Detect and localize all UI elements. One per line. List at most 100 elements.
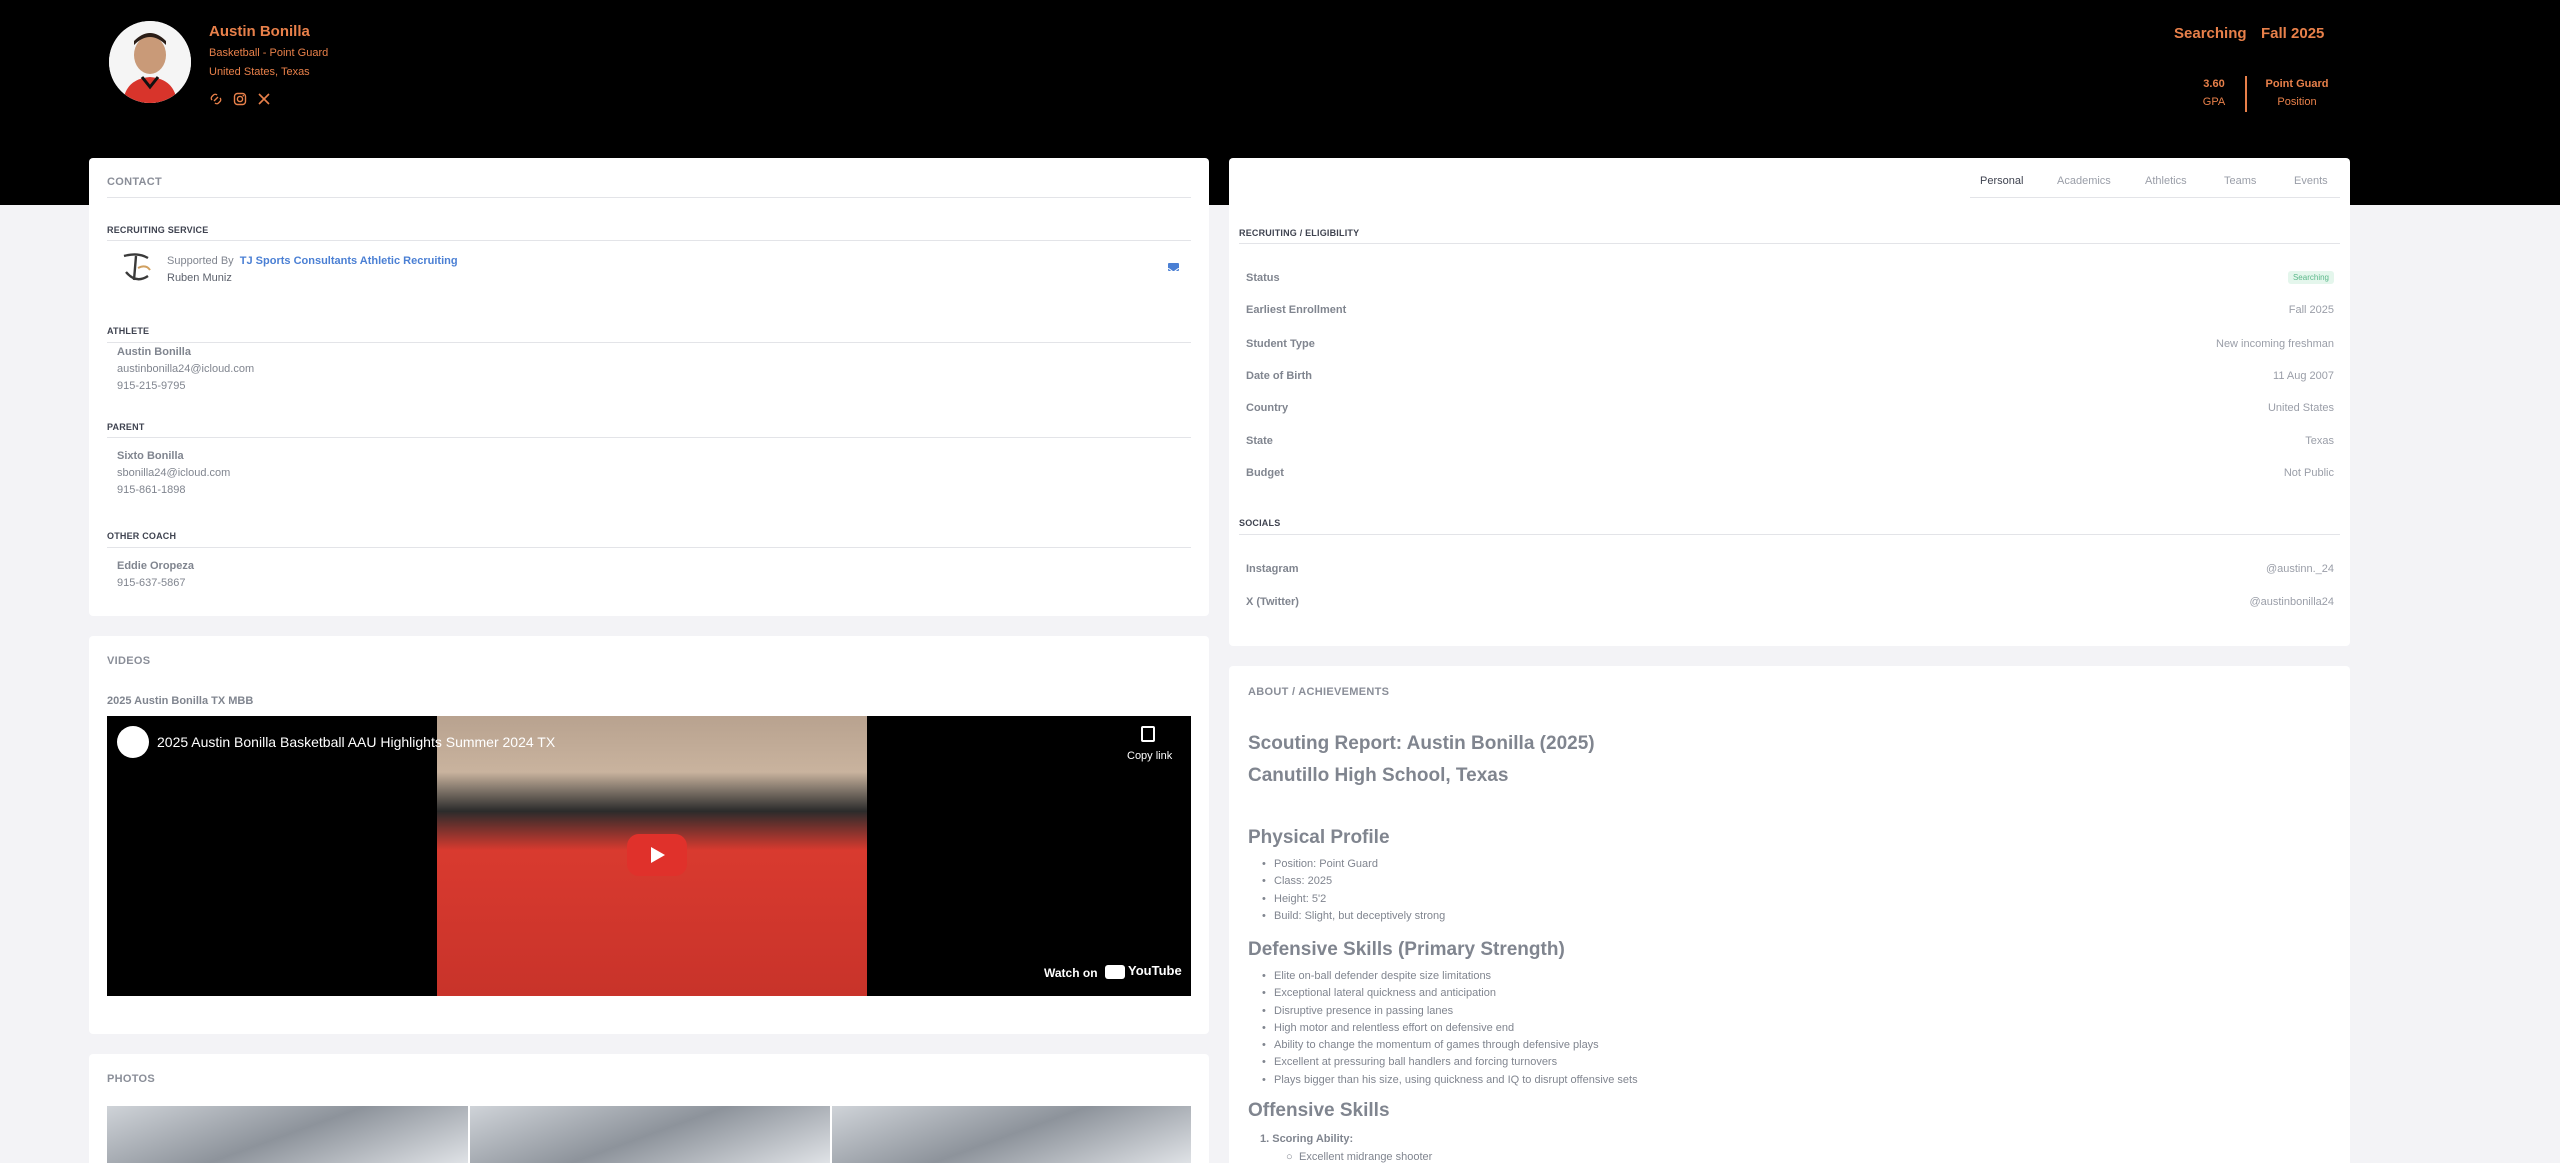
instagram-icon[interactable] [233, 92, 247, 106]
scoring-ability-label: 1. Scoring Ability: [1260, 1133, 1353, 1145]
athlete-location: United States, Texas [209, 66, 310, 78]
defensive-heading: Defensive Skills (Primary Strength) [1248, 939, 1565, 960]
athlete-sport: Basketball - Point Guard [209, 47, 329, 59]
divider [107, 437, 1191, 438]
physical-list: Position: Point Guard Class: 2025 Height… [1262, 858, 1445, 927]
video-heading: 2025 Austin Bonilla TX MBB [107, 695, 254, 707]
row-dob-label: Date of Birth [1246, 370, 1312, 382]
position-label: Position [2277, 96, 2317, 108]
list-item: Excellent at pressuring ball handlers an… [1262, 1056, 1638, 1073]
athlete-name: Austin Bonilla [209, 23, 310, 40]
mail-icon[interactable] [1167, 263, 1180, 273]
athlete-contact-name: Austin Bonilla [117, 346, 191, 358]
photos-title: PHOTOS [107, 1073, 156, 1085]
enrollment-term: Fall 2025 [2261, 25, 2325, 42]
channel-avatar[interactable] [117, 726, 149, 758]
list-item: Plays bigger than his size, using quickn… [1262, 1074, 1638, 1091]
coach-name: Eddie Oropeza [117, 560, 195, 572]
copy-link-label[interactable]: Copy link [1127, 750, 1172, 762]
list-item: Build: Slight, but deceptively strong [1262, 910, 1445, 927]
photo-thumbnail[interactable] [832, 1106, 1191, 1163]
row-status-label: Status [1246, 272, 1280, 284]
scoring-ability-text: 1. Scoring Ability: [1260, 1133, 1354, 1145]
position-value: Point Guard [2265, 78, 2329, 90]
coach-phone[interactable]: 915-637-5867 [117, 577, 186, 589]
list-item: Height: 5'2 [1262, 893, 1445, 910]
divider [107, 547, 1191, 548]
report-title: Scouting Report: Austin Bonilla (2025) [1248, 733, 1595, 754]
list-item: Exceptional lateral quickness and antici… [1262, 987, 1638, 1004]
row-enrollment-label: Earliest Enrollment [1246, 304, 1347, 316]
tab-academics[interactable]: Academics [2057, 175, 2111, 187]
gpa-label: GPA [2202, 96, 2226, 108]
bullet-icon: ○ [1286, 1151, 1293, 1163]
row-state-value: Texas [2305, 435, 2334, 447]
recruiting-service-label: RECRUITING SERVICE [107, 225, 209, 235]
divider [107, 197, 1191, 198]
position-stat: Point Guard Position [2258, 78, 2336, 108]
supported-by: Supported By TJ Sports Consultants Athle… [167, 255, 458, 267]
copy-icon[interactable] [1141, 726, 1155, 742]
parent-name: Sixto Bonilla [117, 450, 184, 462]
divider [1239, 534, 2340, 535]
gpa-stat: 3.60 GPA [2200, 78, 2228, 108]
parent-label: PARENT [107, 422, 145, 432]
service-contact-name: Ruben Muniz [167, 272, 232, 284]
embed-title[interactable]: 2025 Austin Bonilla Basketball AAU Highl… [157, 734, 555, 750]
list-item: Disruptive presence in passing lanes [1262, 1005, 1638, 1022]
recruiting-status: Searching [2174, 25, 2247, 42]
row-twitter-label: X (Twitter) [1246, 596, 1299, 608]
parent-phone[interactable]: 915-861-1898 [117, 484, 186, 496]
row-state-label: State [1246, 435, 1273, 447]
list-item: Position: Point Guard [1262, 858, 1445, 875]
status-badge: Searching [2287, 271, 2334, 284]
row-instagram-label: Instagram [1246, 563, 1299, 575]
about-title: ABOUT / ACHIEVEMENTS [1248, 686, 1390, 698]
row-instagram-value[interactable]: @austinn._24 [2266, 563, 2334, 575]
link-icon[interactable] [209, 92, 223, 106]
gpa-value: 3.60 [2203, 78, 2225, 90]
youtube-logo[interactable]: YouTube [1105, 963, 1182, 979]
physical-heading: Physical Profile [1248, 827, 1390, 848]
row-dob-value: 11 Aug 2007 [2273, 370, 2334, 382]
tab-events[interactable]: Events [2294, 175, 2328, 187]
supported-by-label: Supported By [167, 255, 234, 267]
tab-teams[interactable]: Teams [2224, 175, 2256, 187]
social-links [209, 92, 271, 106]
recruiting-service-link[interactable]: TJ Sports Consultants Athletic Recruitin… [240, 255, 458, 267]
other-coach-label: OTHER COACH [107, 531, 177, 541]
row-student-type-value: New incoming freshman [2216, 338, 2334, 350]
list-item: Class: 2025 [1262, 875, 1445, 892]
row-student-type-label: Student Type [1246, 338, 1315, 350]
photo-thumbnail[interactable] [107, 1106, 468, 1163]
row-country-value: United States [2267, 402, 2334, 414]
row-budget-label: Budget [1246, 467, 1284, 479]
youtube-icon [1105, 964, 1125, 979]
videos-title: VIDEOS [107, 655, 151, 667]
tab-athletics[interactable]: Athletics [2145, 175, 2187, 187]
row-twitter-value[interactable]: @austinbonilla24 [2249, 596, 2334, 608]
photo-thumbnail[interactable] [470, 1106, 830, 1163]
parent-email[interactable]: sbonilla24@icloud.com [117, 467, 230, 479]
athlete-label: ATHLETE [107, 326, 150, 336]
list-item: High motor and relentless effort on defe… [1262, 1022, 1638, 1039]
recruiting-eligibility-heading: RECRUITING / ELIGIBILITY [1239, 228, 1360, 238]
youtube-wordmark: YouTube [1128, 963, 1182, 978]
scoring-sub-item: ○ Excellent midrange shooter [1286, 1151, 1433, 1163]
athlete-phone[interactable]: 915-215-9795 [117, 380, 186, 392]
youtube-embed[interactable]: 2025 Austin Bonilla Basketball AAU Highl… [107, 716, 1191, 996]
offensive-heading: Offensive Skills [1248, 1100, 1390, 1121]
play-icon[interactable] [627, 834, 687, 876]
details-card [1229, 158, 2350, 646]
x-icon[interactable] [257, 92, 271, 106]
watch-on-label[interactable]: Watch on [1044, 966, 1098, 980]
list-item: Elite on-ball defender despite size limi… [1262, 970, 1638, 987]
tab-underline [1970, 197, 2340, 198]
contact-title: CONTACT [107, 176, 163, 188]
divider [1239, 243, 2340, 244]
list-item: Ability to change the momentum of games … [1262, 1039, 1638, 1056]
athlete-email[interactable]: austinbonilla24@icloud.com [117, 363, 254, 375]
divider [107, 342, 1191, 343]
tab-personal[interactable]: Personal [1980, 175, 2023, 187]
scoring-sub-text: Excellent midrange shooter [1299, 1151, 1433, 1163]
